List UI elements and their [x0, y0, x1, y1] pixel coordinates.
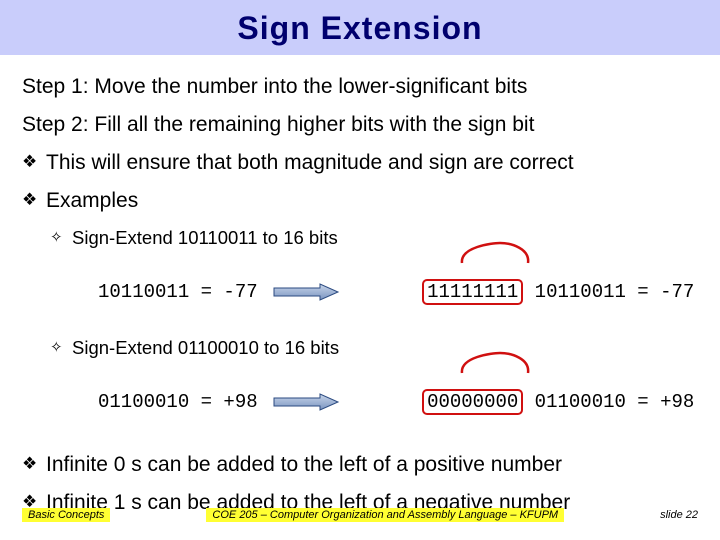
highlight-box: 11111111 — [422, 279, 523, 305]
step-1: Step 1: Move the number into the lower-s… — [22, 75, 698, 99]
arrow-icon — [272, 282, 340, 302]
example-1-label: Sign-Extend 10110011 to 16 bits — [22, 227, 698, 249]
example-2-result: 00000000 01100010 = +98 — [354, 367, 695, 437]
bullet-ensure: This will ensure that both magnitude and… — [22, 151, 698, 175]
example-2-label: Sign-Extend 01100010 to 16 bits — [22, 337, 698, 359]
highlight-box: 00000000 — [422, 389, 523, 415]
step-2: Step 2: Fill all the remaining higher bi… — [22, 113, 698, 137]
footer: Basic Concepts COE 205 – Computer Organi… — [0, 508, 720, 522]
example-2-source: 01100010 = +98 — [98, 391, 258, 413]
example-1-row: 10110011 = -77 11111111 10110011 = -77 — [22, 257, 698, 327]
arrow-icon — [272, 392, 340, 412]
slide-title: Sign Extension — [0, 10, 720, 47]
example-1-source: 10110011 = -77 — [98, 281, 258, 303]
example-2-row: 01100010 = +98 00000000 01100010 = +98 — [22, 367, 698, 437]
slide-content: Step 1: Move the number into the lower-s… — [0, 55, 720, 515]
footer-course: COE 205 – Computer Organization and Asse… — [206, 508, 564, 522]
title-bar: Sign Extension — [0, 0, 720, 55]
example-1-result: 11111111 10110011 = -77 — [354, 257, 695, 327]
bullet-examples: Examples — [22, 189, 698, 213]
bullet-infinite-zeros: Infinite 0 s can be added to the left of… — [22, 453, 698, 477]
footer-slide-number: slide 22 — [660, 509, 698, 521]
footer-topic: Basic Concepts — [22, 508, 110, 522]
